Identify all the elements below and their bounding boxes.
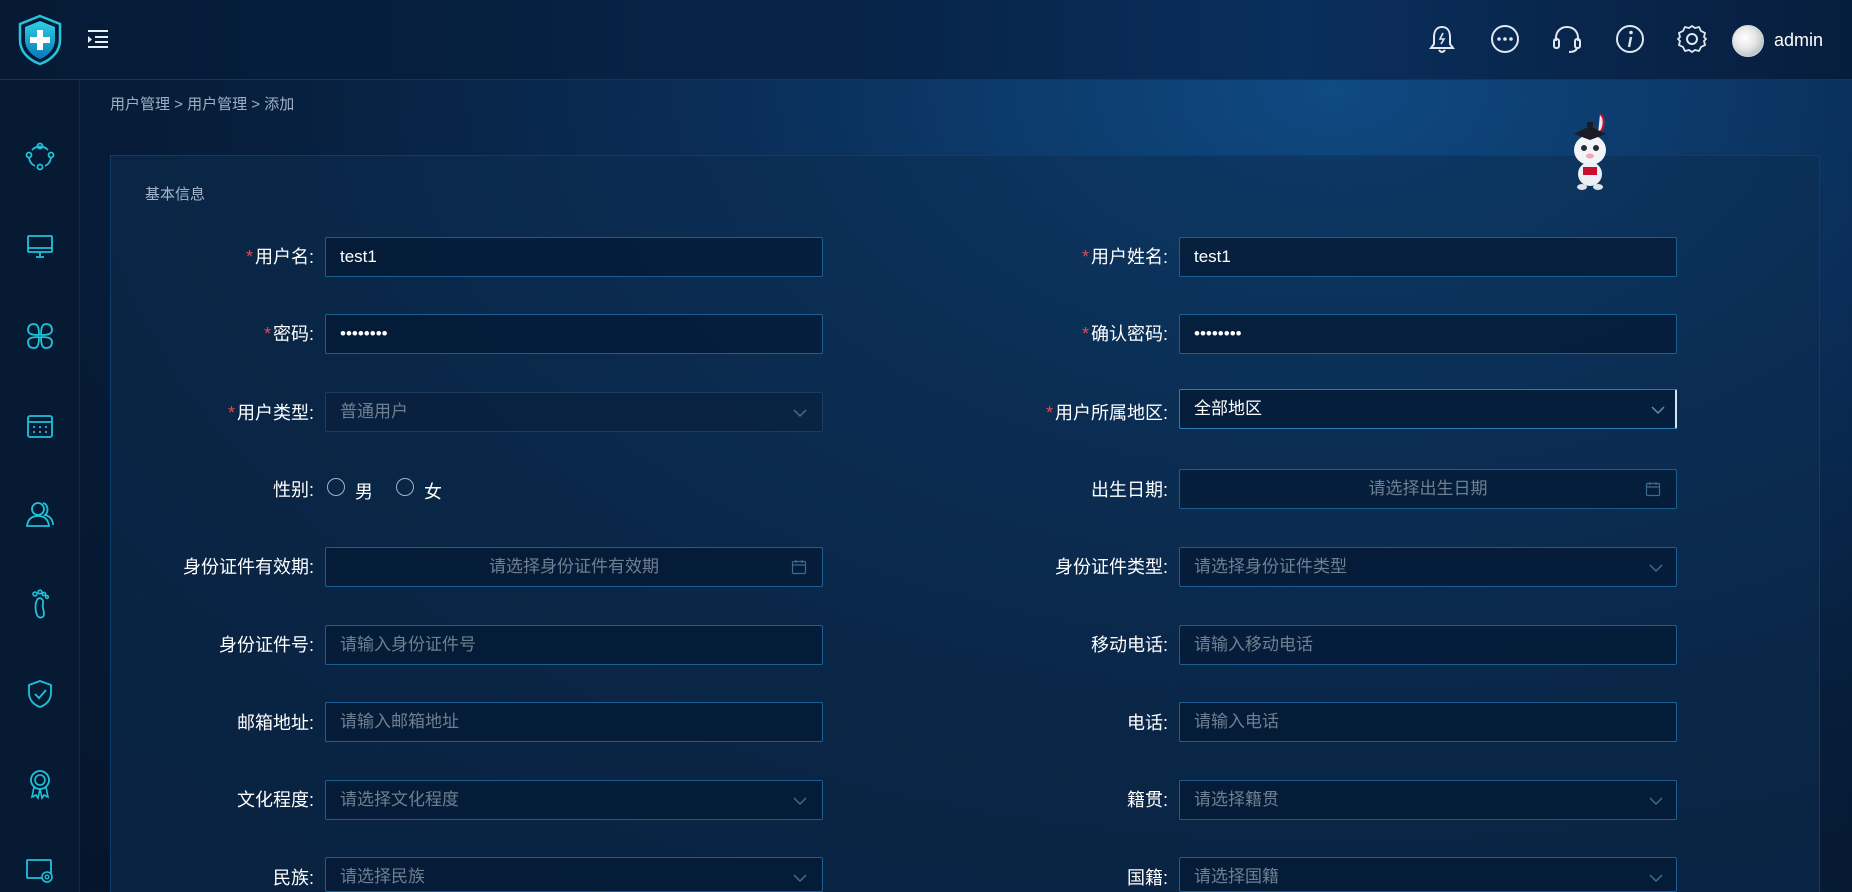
email-label: 邮箱地址:	[236, 713, 314, 733]
apps-icon[interactable]	[24, 320, 56, 352]
gear-icon[interactable]	[1675, 22, 1709, 56]
birthdate-label: 出生日期:	[1090, 480, 1168, 500]
mobile-label: 移动电话:	[1090, 635, 1168, 655]
screen-settings-icon[interactable]	[24, 855, 56, 887]
id-validity-label: 身份证件有效期:	[182, 557, 314, 577]
education-select[interactable]: 请选择文化程度	[325, 780, 823, 820]
shield-check-icon[interactable]	[24, 678, 56, 710]
ethnicity-select[interactable]: 请选择民族	[325, 857, 823, 892]
user-type-select: 普通用户	[325, 392, 823, 432]
gender-male-radio[interactable]	[327, 478, 345, 496]
id-type-label: 身份证件类型:	[1054, 557, 1168, 577]
chevron-down-icon	[793, 874, 807, 883]
menu-toggle-icon[interactable]	[86, 28, 110, 50]
calendar-icon[interactable]	[24, 410, 56, 442]
username-label: * 用户名:	[245, 247, 314, 267]
info-icon[interactable]	[1613, 22, 1647, 56]
breadcrumb-separator: >	[170, 96, 188, 113]
gender-male-label[interactable]: 男	[355, 478, 373, 504]
chevron-down-icon	[793, 409, 807, 418]
shield-logo-icon	[18, 14, 62, 66]
mascot-rabbit-icon[interactable]	[1560, 112, 1620, 192]
mobile-input[interactable]: 请输入移动电话	[1179, 625, 1677, 665]
gender-female-label[interactable]: 女	[424, 478, 442, 504]
username[interactable]: admin	[1774, 30, 1823, 51]
calendar-icon	[1645, 482, 1661, 497]
id-type-select[interactable]: 请选择身份证件类型	[1179, 547, 1677, 587]
breadcrumb: 用户管理 > 用户管理 > 添加	[110, 93, 294, 114]
birthdate-picker[interactable]: 请选择出生日期	[1179, 469, 1677, 509]
confirm-password-input[interactable]: ••••••••	[1179, 314, 1677, 354]
education-label: 文化程度:	[236, 790, 314, 810]
avatar[interactable]	[1732, 25, 1764, 57]
bell-icon[interactable]	[1425, 22, 1459, 56]
username-input[interactable]	[325, 237, 823, 277]
sidebar	[0, 80, 80, 892]
calendar-icon	[791, 560, 807, 575]
more-icon[interactable]	[1488, 22, 1522, 56]
id-validity-picker[interactable]: 请选择身份证件有效期	[325, 547, 823, 587]
chevron-down-icon	[1649, 874, 1663, 883]
section-title: 基本信息	[145, 186, 206, 203]
breadcrumb-item-user-mgmt-sub[interactable]: 用户管理	[187, 96, 247, 113]
native-place-select[interactable]: 请选择籍贯	[1179, 780, 1677, 820]
award-icon[interactable]	[24, 768, 56, 800]
users-icon[interactable]	[24, 498, 56, 530]
gender-label: 性别:	[272, 480, 314, 500]
realname-label: * 用户姓名:	[1081, 247, 1168, 267]
chevron-down-icon	[1649, 564, 1663, 573]
id-number-input[interactable]: 请输入身份证件号	[325, 625, 823, 665]
top-bar: admin	[0, 0, 1852, 80]
breadcrumb-item-add: 添加	[264, 96, 295, 113]
password-input[interactable]: ••••••••	[325, 314, 823, 354]
network-icon[interactable]	[24, 140, 56, 172]
breadcrumb-item-user-mgmt[interactable]: 用户管理	[110, 96, 170, 113]
chevron-down-icon	[1651, 406, 1665, 415]
chevron-down-icon	[793, 797, 807, 806]
nationality-select[interactable]: 请选择国籍	[1179, 857, 1677, 892]
phone-input[interactable]: 请输入电话	[1179, 702, 1677, 742]
footprint-icon[interactable]	[24, 588, 56, 620]
id-number-label: 身份证件号:	[218, 635, 314, 655]
user-type-label: * 用户类型:	[227, 403, 314, 423]
region-label: * 用户所属地区:	[1045, 403, 1168, 423]
nationality-label: 国籍:	[1126, 868, 1168, 888]
password-label: * 密码:	[263, 324, 314, 344]
monitor-icon[interactable]	[24, 230, 56, 262]
ethnicity-label: 民族:	[272, 868, 314, 888]
native-place-label: 籍贯:	[1126, 790, 1168, 810]
email-input[interactable]: 请输入邮箱地址	[325, 702, 823, 742]
region-select[interactable]: 全部地区	[1179, 389, 1677, 429]
phone-label: 电话:	[1126, 713, 1168, 733]
realname-input[interactable]	[1179, 237, 1677, 277]
breadcrumb-separator: >	[247, 96, 265, 113]
gender-female-radio[interactable]	[396, 478, 414, 496]
confirm-password-label: * 确认密码:	[1081, 324, 1168, 344]
headset-icon[interactable]	[1550, 22, 1584, 56]
chevron-down-icon	[1649, 797, 1663, 806]
